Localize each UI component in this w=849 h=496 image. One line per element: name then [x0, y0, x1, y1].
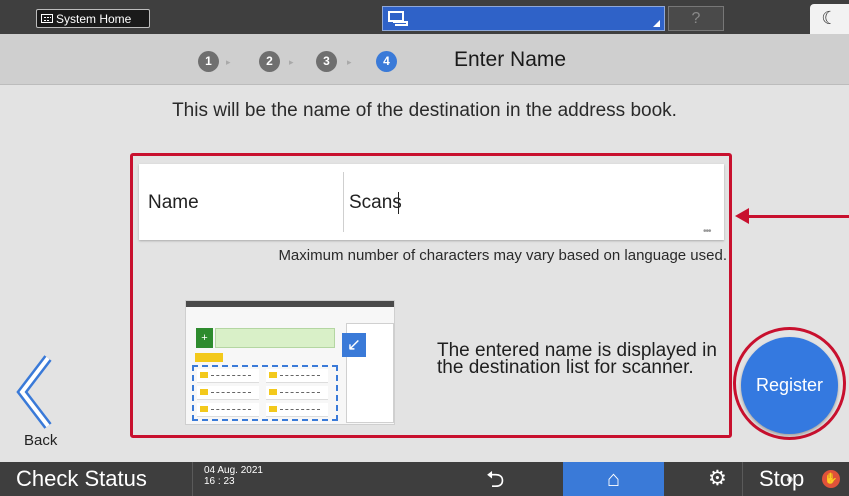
date-label: 04 Aug. 2021	[204, 465, 263, 476]
check-status-button[interactable]: Check Status	[16, 462, 147, 496]
system-home-button[interactable]: System Home	[36, 9, 150, 28]
character-limit-hint: Maximum number of characters may vary ba…	[278, 247, 727, 264]
back-label: Back	[24, 432, 58, 449]
scanner-app-icon	[388, 11, 408, 26]
illustration-header	[186, 301, 394, 307]
step-separator-icon: ▸	[347, 57, 352, 67]
time-label: 16 : 23	[204, 476, 235, 487]
register-button[interactable]: Register	[741, 337, 838, 434]
moon-icon: ☾	[821, 8, 838, 28]
return-arrow-icon[interactable]: ⮌	[486, 462, 504, 496]
illustration-entry	[266, 403, 328, 417]
step-title: Enter Name	[454, 48, 567, 71]
illustration-entry	[197, 403, 259, 417]
arrow-down-left-icon: ↙	[342, 333, 366, 357]
name-label: Name	[148, 192, 199, 213]
illustration-entry	[197, 386, 259, 400]
energy-saver-button[interactable]: ☾	[810, 4, 849, 34]
step-separator-icon: ▸	[226, 57, 231, 67]
text-caret	[398, 192, 399, 214]
illustration-name-bar	[215, 328, 335, 348]
gear-icon[interactable]: ⚙	[708, 462, 727, 496]
illustration-entry	[266, 369, 328, 383]
illustration-entry	[197, 369, 259, 383]
app-switcher[interactable]	[382, 6, 665, 31]
date-time: 04 Aug. 2021 16 : 23	[204, 465, 263, 487]
plus-icon: +	[196, 328, 213, 348]
name-field[interactable]	[139, 164, 724, 240]
step-2: 2	[259, 51, 280, 72]
system-home-label: System Home	[56, 12, 132, 26]
illustration-tab	[195, 353, 223, 362]
divider	[742, 462, 743, 496]
illustration-destination-grid	[192, 365, 338, 421]
field-divider	[343, 172, 344, 232]
step-1: 1	[198, 51, 219, 72]
annotation-arrow	[745, 215, 849, 218]
illustration-entry	[266, 386, 328, 400]
home-icon: ⌂	[606, 466, 621, 491]
dropdown-corner-icon	[653, 20, 660, 27]
step-3: 3	[316, 51, 337, 72]
chevron-left-icon	[16, 355, 52, 429]
step-separator-icon: ▸	[289, 57, 294, 67]
illustration-caption: The entered name is displayed in the des…	[437, 341, 727, 378]
help-button[interactable]: ?	[668, 6, 724, 31]
name-input[interactable]: Scans	[349, 192, 402, 214]
grid-icon	[41, 14, 53, 24]
step-4-active: 4	[376, 51, 397, 72]
illustration-caption-line2: the destination list for scanner.	[437, 357, 694, 378]
divider	[192, 462, 193, 496]
step-bar	[0, 34, 849, 85]
destination-list-illustration: + ↙	[185, 300, 395, 425]
stop-button[interactable]: Stop	[759, 462, 804, 496]
stop-icon: ✋	[822, 470, 840, 488]
annotation-arrowhead-icon	[735, 208, 749, 224]
page-description: This will be the name of the destination…	[172, 100, 677, 121]
home-button[interactable]: ⌂	[563, 462, 664, 496]
more-icon: •••	[703, 226, 711, 237]
